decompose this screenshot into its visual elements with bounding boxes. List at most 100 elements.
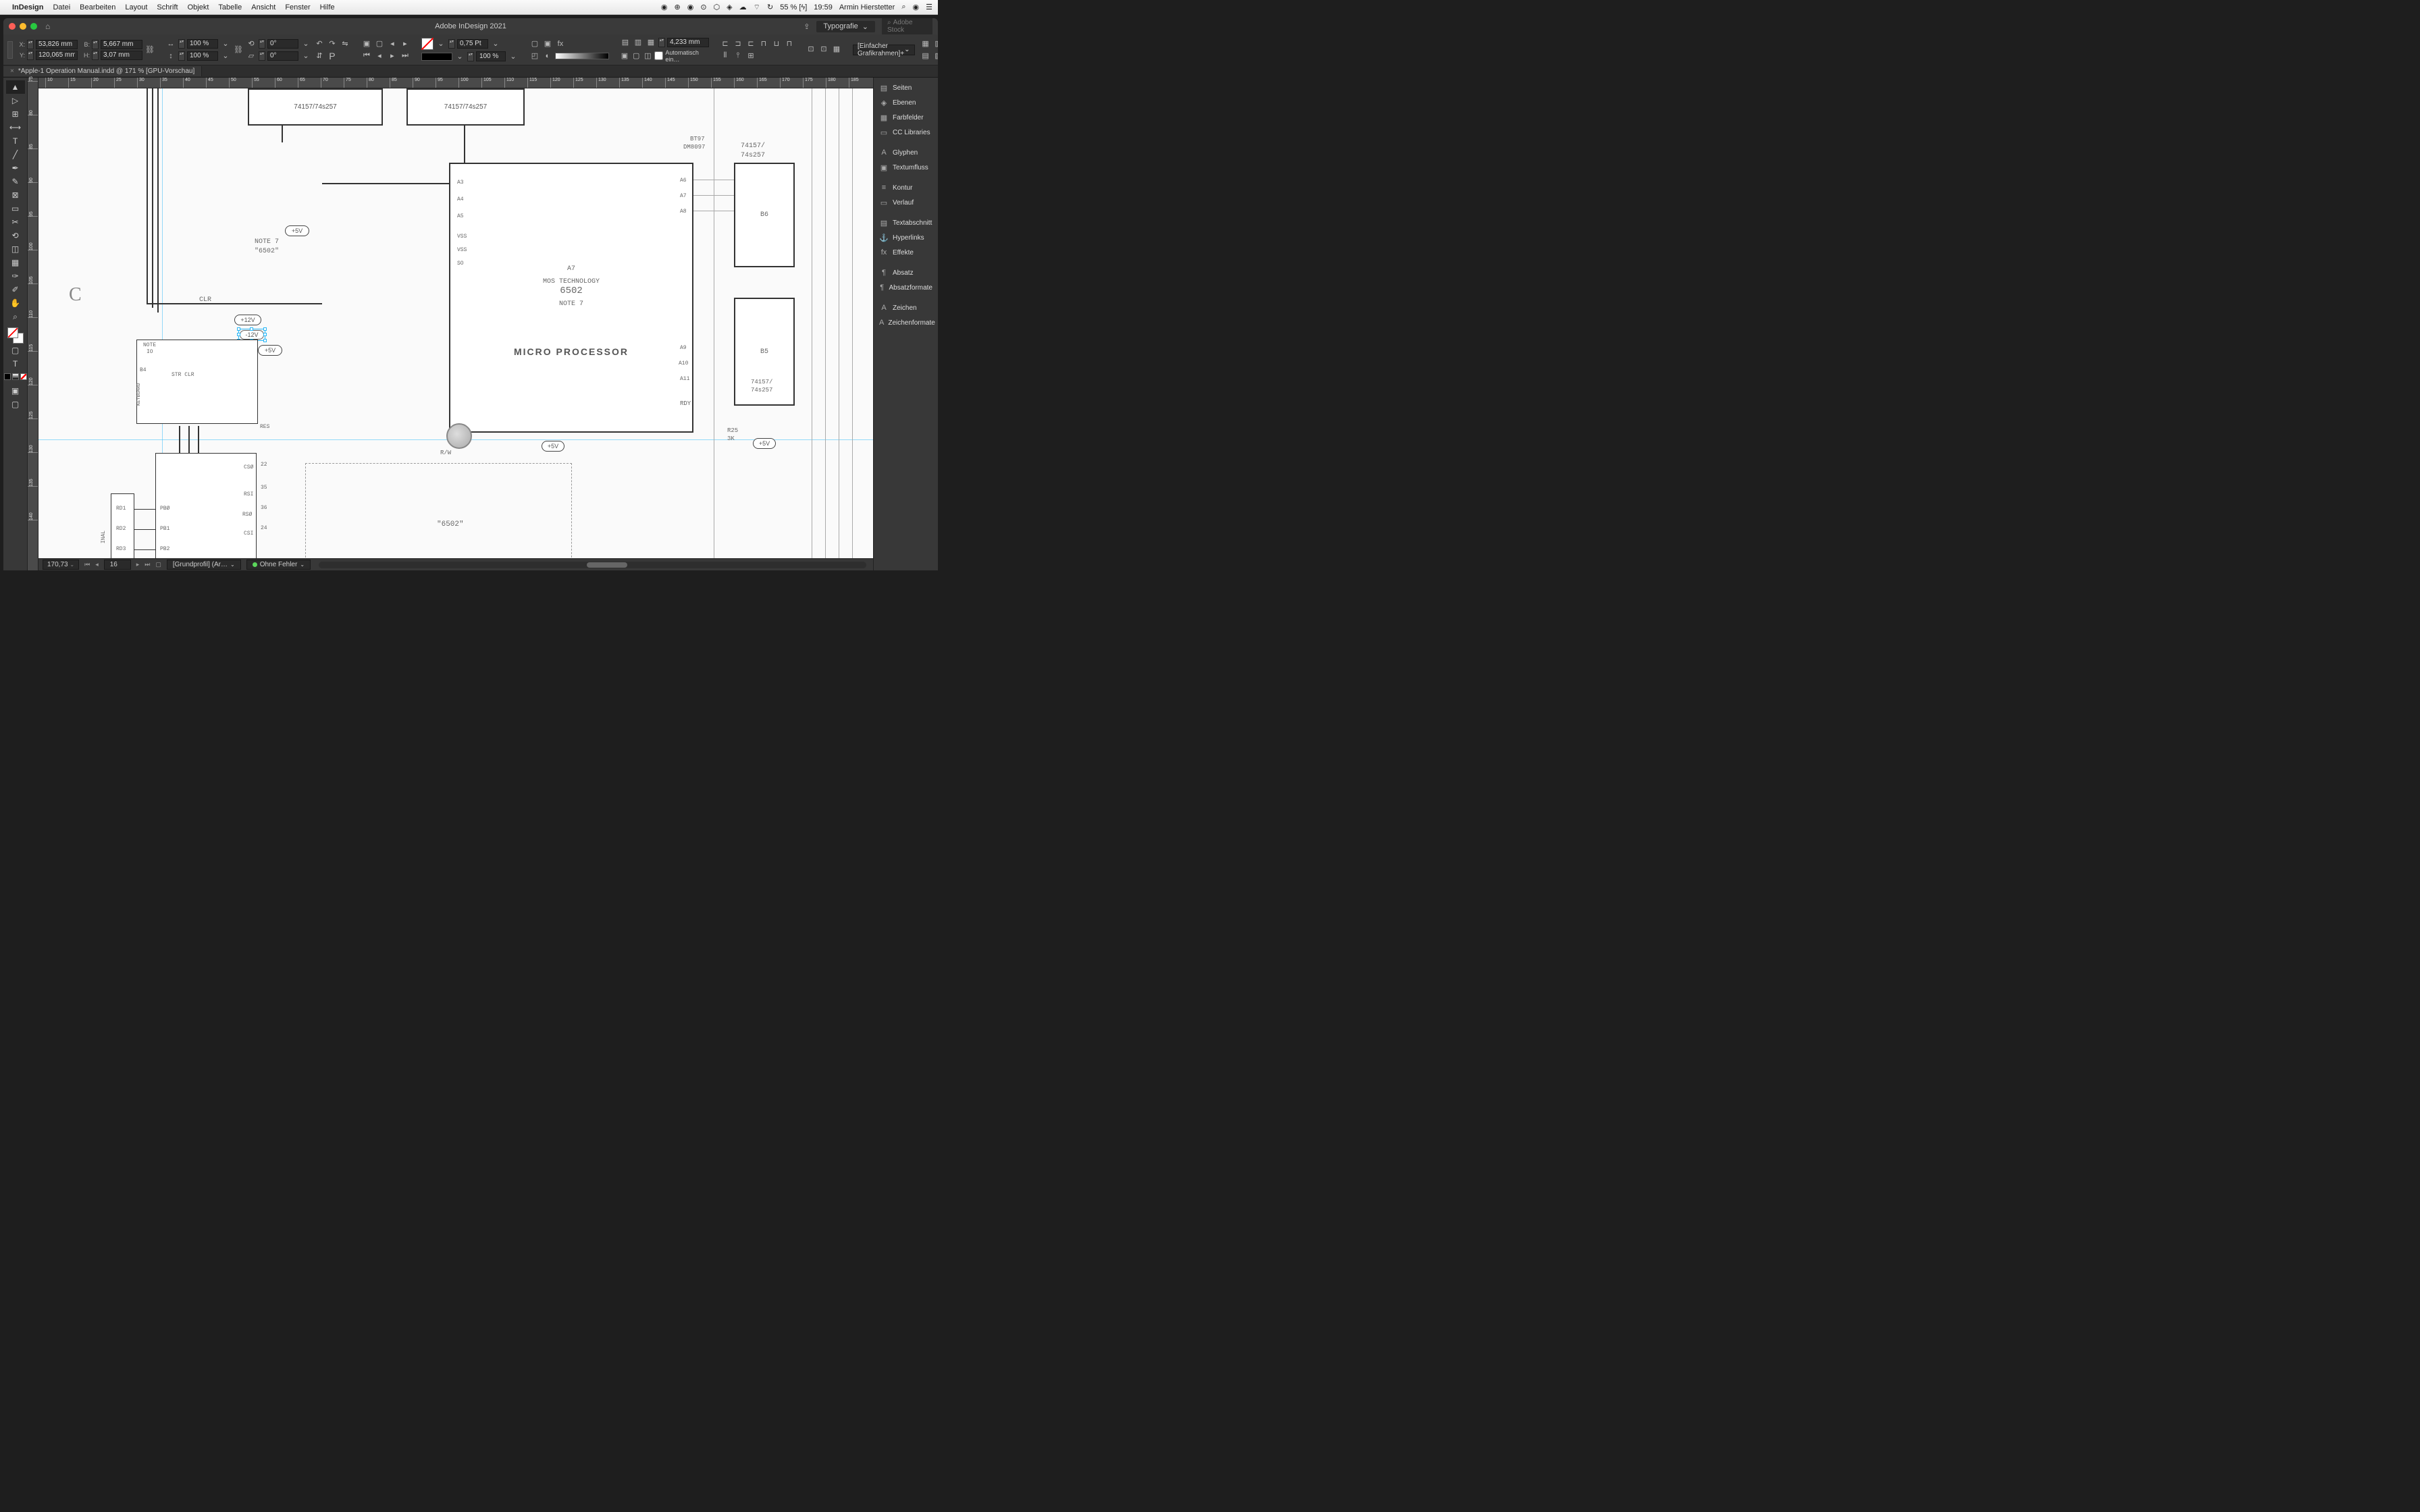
clock[interactable]: 19:59 (814, 3, 833, 11)
dd-icon[interactable]: ⌄ (300, 38, 311, 49)
gradient-feather-tool[interactable]: ▦ (6, 256, 25, 269)
menu-bearbeiten[interactable]: Bearbeiten (80, 3, 115, 11)
stroke-swatch[interactable] (421, 53, 452, 61)
rot-stepper[interactable]: ▴▾ (259, 39, 265, 49)
select-content-icon[interactable]: ▢ (374, 38, 385, 49)
gap-tool[interactable]: ⟷ (6, 121, 25, 134)
corner-icon[interactable]: ◰ (529, 51, 540, 61)
grid-2-icon[interactable]: ▥ (933, 38, 938, 49)
adobe-stock-search[interactable]: ⌕Adobe Stock (882, 18, 932, 35)
scale-x-field[interactable] (187, 39, 218, 49)
last-page-icon[interactable]: ⏭ (144, 561, 150, 568)
align-right-icon[interactable]: ▦ (646, 37, 656, 48)
free-transform-tool[interactable]: ⟲ (6, 229, 25, 242)
panel-zeichen[interactable]: AZeichen (874, 300, 938, 315)
home-icon[interactable]: ⌂ (45, 22, 50, 31)
select-container-icon[interactable]: ▣ (361, 38, 372, 49)
panel-ebenen[interactable]: ◈Ebenen (874, 95, 938, 110)
shear-field[interactable] (267, 51, 298, 61)
close-button[interactable] (9, 23, 16, 30)
tab-close-icon[interactable]: × (10, 68, 14, 75)
dist-space-v-icon[interactable]: ⊡ (818, 44, 829, 55)
dd-icon[interactable]: ⌄ (436, 38, 446, 49)
apply-gradient-icon[interactable] (12, 373, 19, 380)
time-machine-icon[interactable]: ↻ (767, 3, 773, 11)
w-stepper[interactable]: ▴▾ (92, 40, 99, 49)
eyedropper-tool[interactable]: ✐ (6, 283, 25, 296)
menu-layout[interactable]: Layout (125, 3, 147, 11)
fill-swatch[interactable] (421, 38, 433, 50)
dd-icon[interactable]: ⌄ (454, 51, 465, 62)
panel-farbfelder[interactable]: ▦Farbfelder (874, 110, 938, 125)
select-next-icon[interactable]: ▸ (400, 38, 411, 49)
align-to-icon[interactable]: ⊞ (745, 51, 756, 61)
status-icon[interactable]: ◈ (727, 3, 732, 11)
align-obj-left-icon[interactable]: ⊏ (720, 38, 731, 49)
x-field[interactable] (36, 40, 78, 49)
dd-icon[interactable]: ⌄ (300, 51, 311, 61)
selection-tool[interactable]: ▲ (6, 80, 25, 94)
status-icon[interactable]: ◉ (687, 3, 694, 11)
view-mode-normal[interactable]: ▣ (6, 384, 25, 398)
workspace-switcher[interactable]: Typografie ⌄ (816, 21, 875, 32)
view-mode-preview[interactable]: ▢ (6, 398, 25, 411)
dd-icon[interactable]: ⌄ (508, 51, 519, 62)
panel-kontur[interactable]: ≡Kontur (874, 180, 938, 195)
gap-stepper[interactable]: ▴▾ (658, 38, 665, 47)
document-canvas[interactable]: C 74157/74s257 74157/74s257 A7 MOS TECHN… (38, 88, 873, 558)
grid-4-icon[interactable]: ▧ (933, 51, 938, 61)
fill-frame-icon[interactable]: ◫ (643, 51, 652, 61)
rectangle-frame-tool[interactable]: ⊠ (6, 188, 25, 202)
line-tool[interactable]: ╱ (6, 148, 25, 161)
nav-first-icon[interactable]: ⏮ (361, 51, 372, 61)
panel-textumfluss[interactable]: ▣Textumfluss (874, 160, 938, 175)
reference-point-grid[interactable] (7, 41, 13, 59)
scrollbar-thumb[interactable] (587, 562, 627, 568)
horizontal-ruler[interactable]: 1015202530354045505560657075808590951001… (38, 78, 873, 88)
scissors-tool[interactable]: ✂ (6, 215, 25, 229)
cloud-icon[interactable]: ☁ (739, 3, 747, 11)
gap-field[interactable] (667, 38, 709, 47)
rotate-field[interactable] (267, 39, 298, 49)
spread-icon[interactable]: ▢ (155, 561, 161, 568)
constrain-icon[interactable]: ⛓ (145, 45, 155, 55)
tint-stepper[interactable]: ▴▾ (467, 52, 474, 61)
fit-content-icon[interactable]: ▢ (631, 51, 641, 61)
y-field[interactable] (36, 51, 78, 60)
menu-fenster[interactable]: Fenster (285, 3, 310, 11)
menu-objekt[interactable]: Objekt (188, 3, 209, 11)
key-obj-icon[interactable]: ▦ (831, 44, 842, 55)
user-name[interactable]: Armin Hierstetter (839, 3, 895, 11)
h-stepper[interactable]: ▴▾ (92, 51, 99, 60)
first-page-icon[interactable]: ⏮ (84, 561, 90, 568)
weight-stepper[interactable]: ▴▾ (448, 39, 455, 49)
panel-textabschnitt[interactable]: ▤Textabschnitt (874, 215, 938, 230)
dd-icon[interactable]: ⌄ (220, 38, 231, 49)
grid-1-icon[interactable]: ▦ (920, 38, 931, 49)
dd-icon[interactable]: ⌄ (220, 51, 231, 61)
gradient-swatch-tool[interactable]: ◫ (6, 242, 25, 256)
type-tool[interactable]: T (6, 134, 25, 148)
distribute-h-icon[interactable]: ⫴ (720, 51, 731, 61)
opacity-slider[interactable] (555, 53, 609, 59)
note-tool[interactable]: ✑ (6, 269, 25, 283)
align-obj-hcenter-icon[interactable]: ⊐ (733, 38, 743, 49)
align-obj-vcenter-icon[interactable]: ⊔ (771, 38, 782, 49)
nav-next-icon[interactable]: ▸ (387, 51, 398, 61)
zoom-field[interactable]: 170,73 ⌄ (43, 560, 79, 570)
menu-tabelle[interactable]: Tabelle (218, 3, 242, 11)
fill-stroke-swatch[interactable] (7, 327, 24, 344)
hand-tool[interactable]: ✋ (6, 296, 25, 310)
battery-status[interactable]: 55 % [ϟ] (780, 3, 807, 11)
panel-absatz[interactable]: ¶Absatz (874, 265, 938, 280)
fit-frame-icon[interactable]: ▣ (620, 51, 629, 61)
rotate-ccw-icon[interactable]: ↶ (314, 38, 325, 49)
textwrap-none-icon[interactable]: ▢ (529, 38, 540, 49)
align-center-icon[interactable]: ▥ (633, 37, 643, 48)
direct-selection-tool[interactable]: ▷ (6, 94, 25, 107)
panel-glyphen[interactable]: AGlyphen (874, 145, 938, 160)
align-obj-bottom-icon[interactable]: ⊓ (784, 38, 795, 49)
rotate-cw-icon[interactable]: ↷ (327, 38, 338, 49)
align-left-icon[interactable]: ▤ (620, 37, 631, 48)
dist-space-h-icon[interactable]: ⊡ (806, 44, 816, 55)
